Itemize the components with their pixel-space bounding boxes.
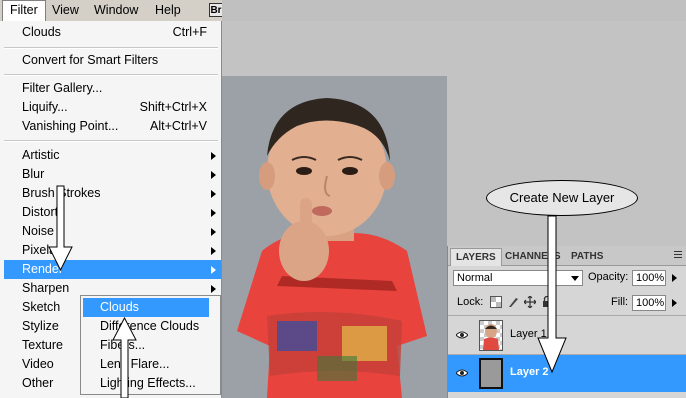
- eye-icon[interactable]: [456, 368, 468, 378]
- callout-bubble: Create New Layer: [486, 180, 638, 216]
- menu-item-label: Vanishing Point...: [22, 119, 119, 133]
- fill-slider-arrow-icon[interactable]: [672, 299, 677, 307]
- layer-row-layer-2[interactable]: Layer 2: [448, 355, 686, 392]
- submenu-item-label: Lens Flare...: [100, 357, 170, 371]
- menu-item-label: Clouds: [22, 25, 61, 39]
- menu-item-brush-strokes[interactable]: Brush Strokes: [0, 184, 221, 203]
- lock-label: Lock:: [457, 296, 484, 308]
- submenu-arrow-icon: [211, 209, 216, 217]
- menu-item-label: Noise: [22, 224, 54, 238]
- menu-help[interactable]: Help: [148, 0, 188, 21]
- submenu-item-difference-clouds[interactable]: Difference Clouds: [81, 317, 220, 336]
- menu-view[interactable]: View: [45, 0, 86, 21]
- child-photo: [237, 98, 427, 398]
- blend-mode-select[interactable]: Normal: [453, 270, 583, 286]
- submenu-arrow-icon: [211, 171, 216, 179]
- menu-item-label: Brush Strokes: [22, 186, 101, 200]
- tab-paths[interactable]: PATHS: [566, 248, 608, 265]
- opacity-slider-arrow-icon[interactable]: [672, 274, 677, 282]
- menu-item-shortcut: Alt+Ctrl+V: [150, 119, 207, 133]
- fill-field[interactable]: 100%: [632, 295, 666, 311]
- submenu-arrow-icon: [211, 228, 216, 236]
- layers-panel: LAYERS CHANNELS PATHS Normal Opacity: 10…: [447, 246, 686, 398]
- blend-mode-value: Normal: [457, 272, 493, 284]
- menu-item-artistic[interactable]: Artistic: [0, 146, 221, 165]
- layer-row-layer-1[interactable]: Layer 1: [448, 317, 686, 354]
- submenu-item-label: Clouds: [100, 300, 139, 314]
- menu-item-label: Texture: [22, 338, 63, 352]
- submenu-item-clouds[interactable]: Clouds: [83, 298, 209, 317]
- menu-separator: [4, 140, 218, 142]
- submenu-arrow-icon: [211, 266, 216, 274]
- menu-item-clouds-last[interactable]: Clouds Ctrl+F: [0, 23, 221, 42]
- lock-transparent-pixels-icon[interactable]: [490, 296, 502, 308]
- menubar-background: [222, 0, 686, 21]
- menu-item-shortcut: Shift+Ctrl+X: [139, 100, 207, 114]
- menu-item-label: Pixelate: [22, 243, 67, 257]
- layer-name[interactable]: Layer 1: [510, 328, 547, 340]
- opacity-label: Opacity:: [588, 271, 629, 283]
- menu-item-label: Sketch: [22, 300, 61, 314]
- menu-item-shortcut: Ctrl+F: [172, 25, 207, 39]
- submenu-arrow-icon: [211, 152, 216, 160]
- menu-item-label: Liquify...: [22, 100, 68, 114]
- submenu-arrow-icon: [211, 247, 216, 255]
- layer-name[interactable]: Layer 2: [510, 366, 549, 378]
- menu-item-vanishing-point[interactable]: Vanishing Point... Alt+Ctrl+V: [0, 117, 221, 136]
- lock-position-icon[interactable]: [524, 296, 536, 308]
- menu-item-label: Blur: [22, 167, 45, 181]
- layer-thumbnail: [479, 358, 503, 389]
- menu-item-label: Convert for Smart Filters: [22, 53, 159, 67]
- callout-text: Create New Layer: [509, 190, 615, 205]
- submenu-item-label: Lighting Effects...: [100, 376, 196, 390]
- menu-item-filter-gallery[interactable]: Filter Gallery...: [0, 79, 221, 98]
- lock-all-icon[interactable]: [541, 296, 553, 308]
- menu-item-label: Distort: [22, 205, 59, 219]
- submenu-item-lens-flare[interactable]: Lens Flare...: [81, 355, 220, 374]
- bridge-button[interactable]: Br: [209, 3, 223, 17]
- menu-item-label: Stylize: [22, 319, 59, 333]
- render-submenu: Clouds Difference Clouds Fibers... Lens …: [80, 295, 221, 395]
- menu-item-label: Other: [22, 376, 54, 390]
- opacity-field[interactable]: 100%: [632, 270, 666, 286]
- menu-item-noise[interactable]: Noise: [0, 222, 221, 241]
- submenu-item-lighting-effects[interactable]: Lighting Effects...: [81, 374, 220, 393]
- chevron-down-icon: [571, 276, 579, 281]
- panel-tabs: LAYERS CHANNELS PATHS: [448, 246, 686, 266]
- menu-item-label: Sharpen: [22, 281, 70, 295]
- menu-separator: [4, 74, 218, 76]
- fill-label: Fill:: [611, 296, 629, 308]
- submenu-arrow-icon: [211, 285, 216, 293]
- layer-thumbnail: [479, 320, 503, 351]
- menu-filter[interactable]: Filter: [2, 0, 46, 21]
- menubar: Filter View Window Help Br: [0, 0, 223, 22]
- menu-item-label: Render: [22, 262, 63, 276]
- tab-layers[interactable]: LAYERS: [450, 248, 502, 266]
- tab-channels[interactable]: CHANNELS: [500, 248, 566, 265]
- menu-item-pixelate[interactable]: Pixelate: [0, 241, 221, 260]
- menu-window[interactable]: Window: [87, 0, 145, 21]
- eye-icon[interactable]: [456, 330, 468, 340]
- submenu-item-fibers[interactable]: Fibers...: [81, 336, 220, 355]
- panel-menu-icon[interactable]: [674, 251, 682, 252]
- menu-separator: [4, 47, 218, 49]
- menu-item-convert-smart-filters[interactable]: Convert for Smart Filters: [0, 51, 221, 70]
- menu-item-liquify[interactable]: Liquify... Shift+Ctrl+X: [0, 98, 221, 117]
- document-canvas[interactable]: [222, 76, 447, 398]
- menu-item-render[interactable]: Render: [4, 260, 221, 279]
- layer-thumbnail-image: [483, 324, 499, 350]
- menu-item-blur[interactable]: Blur: [0, 165, 221, 184]
- menu-item-label: Filter Gallery...: [22, 81, 103, 95]
- menu-item-distort[interactable]: Distort: [0, 203, 221, 222]
- submenu-item-label: Fibers...: [100, 338, 146, 352]
- submenu-item-label: Difference Clouds: [100, 319, 200, 333]
- menu-item-label: Video: [22, 357, 54, 371]
- submenu-arrow-icon: [211, 190, 216, 198]
- row-divider: [448, 315, 686, 316]
- menu-item-label: Artistic: [22, 148, 60, 162]
- lock-image-pixels-icon[interactable]: [507, 296, 519, 308]
